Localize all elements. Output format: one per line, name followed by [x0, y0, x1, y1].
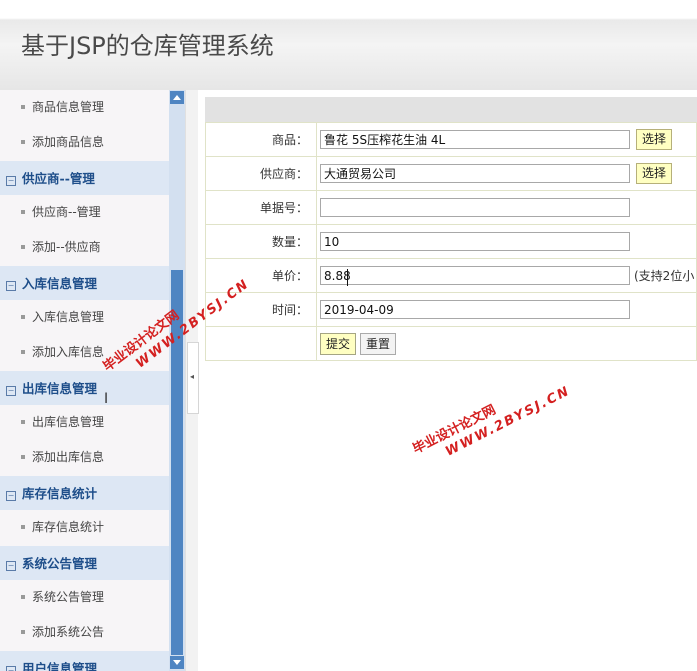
quantity-label: 数量： [205, 224, 317, 259]
form-title-bar [205, 97, 697, 122]
price-input[interactable]: 8.88 [320, 266, 630, 285]
select-product-button[interactable]: 选择 [636, 129, 673, 150]
doc-no-label: 单据号： [205, 190, 317, 225]
sidebar-item-stock-stats[interactable]: 库存信息统计 [0, 510, 169, 545]
sidebar-group-user[interactable]: − 用户信息管理 [0, 650, 169, 671]
scroll-down-icon[interactable] [170, 656, 184, 669]
product-input[interactable]: 鲁花 5S压榨花生油 4L [320, 130, 630, 149]
watermark: 毕业设计论文网 WWW.2BYSJ.CN [410, 383, 573, 460]
bullet-icon [21, 420, 25, 424]
collapse-icon[interactable]: − [6, 176, 16, 186]
form-row-quantity: 数量： 10 [205, 224, 697, 259]
form-row-product: 商品： 鲁花 5S压榨花生油 4L 选择 [205, 122, 697, 157]
main-content: 商品： 鲁花 5S压榨花生油 4L 选择 供应商： 大通贸易公司 选择 单据号： 数… [205, 97, 697, 361]
time-input[interactable]: 2019-04-09 [320, 300, 630, 319]
sidebar-item-add-notice[interactable]: 添加系统公告 [0, 615, 169, 650]
sidebar-item-add-outbound[interactable]: 添加出库信息 [0, 440, 169, 475]
price-hint: (支持2位小 [634, 269, 695, 283]
sidebar-group-outbound[interactable]: − 出库信息管理 [0, 370, 169, 405]
arrow-left-icon: ◂ [190, 372, 195, 381]
sidebar-group-stock[interactable]: − 库存信息统计 [0, 475, 169, 510]
bullet-icon [21, 455, 25, 459]
bullet-icon [21, 630, 25, 634]
form-row-supplier: 供应商： 大通贸易公司 选择 [205, 156, 697, 191]
inbound-form: 商品： 鲁花 5S压榨花生油 4L 选择 供应商： 大通贸易公司 选择 单据号： 数… [205, 122, 697, 361]
collapse-icon[interactable]: − [6, 666, 16, 671]
text-caret [347, 269, 348, 286]
sidebar-item-outbound-manage[interactable]: 出库信息管理 [0, 405, 169, 440]
supplier-label: 供应商： [205, 156, 317, 191]
select-supplier-button[interactable]: 选择 [636, 163, 673, 184]
collapse-icon[interactable]: − [6, 561, 16, 571]
reset-button[interactable]: 重置 [360, 332, 397, 355]
bullet-icon [21, 105, 25, 109]
scroll-up-icon[interactable] [170, 91, 184, 104]
bullet-icon [21, 140, 25, 144]
sidebar-item-add-product[interactable]: 添加商品信息 [0, 125, 169, 160]
form-row-actions: 提交 重置 [205, 326, 697, 361]
product-label: 商品： [205, 122, 317, 157]
sidebar-item-add-supplier[interactable]: 添加--供应商 [0, 230, 169, 265]
sidebar-group-notice[interactable]: − 系统公告管理 [0, 545, 169, 580]
form-row-doc-no: 单据号： [205, 190, 697, 225]
supplier-input[interactable]: 大通贸易公司 [320, 164, 630, 183]
collapse-sidebar-handle[interactable]: ◂ [187, 342, 199, 414]
bullet-icon [21, 525, 25, 529]
frame-splitter[interactable]: ◂ [185, 90, 199, 671]
sidebar-item-product-manage[interactable]: 商品信息管理 [0, 90, 169, 125]
form-row-time: 时间： 2019-04-09 [205, 292, 697, 327]
app-header: 基于JSP的仓库管理系统 [0, 0, 697, 90]
sidebar-group-supplier[interactable]: − 供应商--管理 [0, 160, 169, 195]
collapse-icon[interactable]: − [6, 386, 16, 396]
quantity-input[interactable]: 10 [320, 232, 630, 251]
sidebar-item-notice-manage[interactable]: 系统公告管理 [0, 580, 169, 615]
sidebar-scrollbar[interactable] [169, 90, 185, 671]
sidebar: 商品信息管理 添加商品信息 − 供应商--管理 供应商--管理 添加--供应商 −… [0, 90, 169, 671]
bullet-icon [21, 210, 25, 214]
sidebar-group-inbound[interactable]: − 入库信息管理 [0, 265, 169, 300]
submit-button[interactable]: 提交 [320, 332, 357, 355]
bullet-icon [21, 595, 25, 599]
ibeam-cursor-icon: I [104, 391, 109, 407]
doc-no-input[interactable] [320, 198, 630, 217]
form-row-price: 单价： 8.88 (支持2位小 [205, 258, 697, 293]
sidebar-item-supplier-manage[interactable]: 供应商--管理 [0, 195, 169, 230]
bullet-icon [21, 245, 25, 249]
bullet-icon [21, 350, 25, 354]
collapse-icon[interactable]: − [6, 281, 16, 291]
collapse-icon[interactable]: − [6, 491, 16, 501]
bullet-icon [21, 315, 25, 319]
app-title: 基于JSP的仓库管理系统 [21, 32, 274, 60]
